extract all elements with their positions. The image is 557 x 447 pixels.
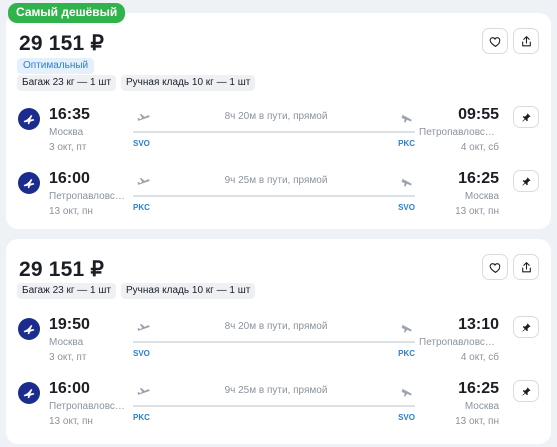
destination-airport-code[interactable]: SVO	[398, 413, 415, 422]
share-icon	[521, 35, 531, 46]
departure-time: 16:00	[49, 170, 90, 187]
route-line	[133, 405, 415, 407]
landing-icon	[401, 388, 412, 397]
departure-date: 3 окт, пт	[49, 352, 87, 363]
pin-button[interactable]	[513, 106, 539, 128]
pin-icon	[521, 322, 531, 332]
departure-city: Петропавловск-Камчатский	[49, 191, 129, 202]
destination-airport-code[interactable]: PKC	[398, 139, 415, 148]
landing-icon	[401, 178, 412, 187]
flight-duration: 8ч 20м в пути, прямой	[224, 321, 328, 332]
origin-airport-code[interactable]: PKC	[133, 203, 150, 212]
departure-time: 16:35	[49, 106, 90, 123]
arrival-date: 4 окт, сб	[460, 352, 499, 363]
favorite-button[interactable]	[482, 254, 508, 280]
ticket-price: 29 151 ₽	[19, 258, 105, 281]
origin-airport-code[interactable]: PKC	[133, 413, 150, 422]
baggage-tag: Багаж 23 кг — 1 шт	[17, 75, 117, 91]
arrival-time: 13:10	[458, 316, 499, 333]
carry-on-tag: Ручная кладь 10 кг — 1 шт	[121, 75, 256, 91]
baggage-tags: Багаж 23 кг — 1 шт Ручная кладь 10 кг — …	[17, 283, 256, 299]
airline-logo	[18, 108, 40, 130]
takeoff-icon	[137, 387, 150, 395]
heart-icon	[489, 36, 500, 47]
departure-time: 16:00	[49, 380, 90, 397]
departure-date: 13 окт, пн	[49, 416, 93, 427]
share-button[interactable]	[513, 254, 539, 280]
favorite-button[interactable]	[482, 28, 508, 54]
optimal-tag: Оптимальный	[17, 58, 95, 74]
ticket-card[interactable]: 29 151 ₽ Багаж 23 кг — 1 шт Ручная кладь…	[6, 239, 551, 444]
destination-airport-code[interactable]: PKC	[398, 349, 415, 358]
departure-date: 13 окт, пн	[49, 206, 93, 217]
ticket-price: 29 151 ₽	[19, 32, 105, 55]
share-icon	[521, 261, 531, 272]
departure-city: Москва	[49, 337, 84, 348]
flight-segment-return: 16:00 Петропавловск-Камчатский 13 окт, п…	[6, 380, 551, 436]
baggage-tag: Багаж 23 кг — 1 шт	[17, 283, 117, 299]
cheapest-badge: Самый дешёвый	[8, 3, 126, 23]
pin-icon	[521, 386, 531, 396]
baggage-tags: Багаж 23 кг — 1 шт Ручная кладь 10 кг — …	[17, 75, 256, 91]
flight-duration: 8ч 20м в пути, прямой	[224, 111, 328, 122]
takeoff-icon	[137, 323, 150, 331]
pin-button[interactable]	[513, 380, 539, 402]
flight-duration: 9ч 25м в пути, прямой	[224, 175, 328, 186]
departure-time: 19:50	[49, 316, 90, 333]
landing-icon	[401, 324, 412, 333]
arrival-date: 4 окт, сб	[460, 142, 499, 153]
origin-airport-code[interactable]: SVO	[133, 349, 150, 358]
origin-airport-code[interactable]: SVO	[133, 139, 150, 148]
airline-logo	[18, 318, 40, 340]
airline-logo	[18, 172, 40, 194]
departure-city: Москва	[49, 127, 84, 138]
flight-segment-outbound: 16:35 Москва 3 окт, пт 8ч 20м в пути, пр…	[6, 106, 551, 162]
flight-segment-outbound: 19:50 Москва 3 окт, пт 8ч 20м в пути, пр…	[6, 316, 551, 372]
carry-on-tag: Ручная кладь 10 кг — 1 шт	[121, 283, 256, 299]
route-line	[133, 195, 415, 197]
arrival-city: Москва	[464, 191, 499, 202]
destination-airport-code[interactable]: SVO	[398, 203, 415, 212]
arrival-time: 09:55	[458, 106, 499, 123]
share-button[interactable]	[513, 28, 539, 54]
arrival-city: Петропавловск-Камчатский	[419, 127, 499, 138]
route-line	[133, 131, 415, 133]
arrival-date: 13 окт, пн	[455, 416, 499, 427]
pin-icon	[521, 112, 531, 122]
arrival-time: 16:25	[458, 380, 499, 397]
flight-duration: 9ч 25м в пути, прямой	[224, 385, 328, 396]
arrival-city: Петропавловск-Камчатский	[419, 337, 499, 348]
pin-button[interactable]	[513, 170, 539, 192]
arrival-time: 16:25	[458, 170, 499, 187]
heart-icon	[489, 262, 500, 273]
pin-icon	[521, 176, 531, 186]
landing-icon	[401, 114, 412, 123]
pin-button[interactable]	[513, 316, 539, 338]
arrival-city: Москва	[464, 401, 499, 412]
airline-logo	[18, 382, 40, 404]
ticket-card[interactable]: 29 151 ₽ Оптимальный Багаж 23 кг — 1 шт …	[6, 13, 551, 229]
route-line	[133, 341, 415, 343]
departure-date: 3 окт, пт	[49, 142, 87, 153]
takeoff-icon	[137, 177, 150, 185]
arrival-date: 13 окт, пн	[455, 206, 499, 217]
departure-city: Петропавловск-Камчатский	[49, 401, 129, 412]
takeoff-icon	[137, 113, 150, 121]
flight-segment-return: 16:00 Петропавловск-Камчатский 13 окт, п…	[6, 170, 551, 226]
